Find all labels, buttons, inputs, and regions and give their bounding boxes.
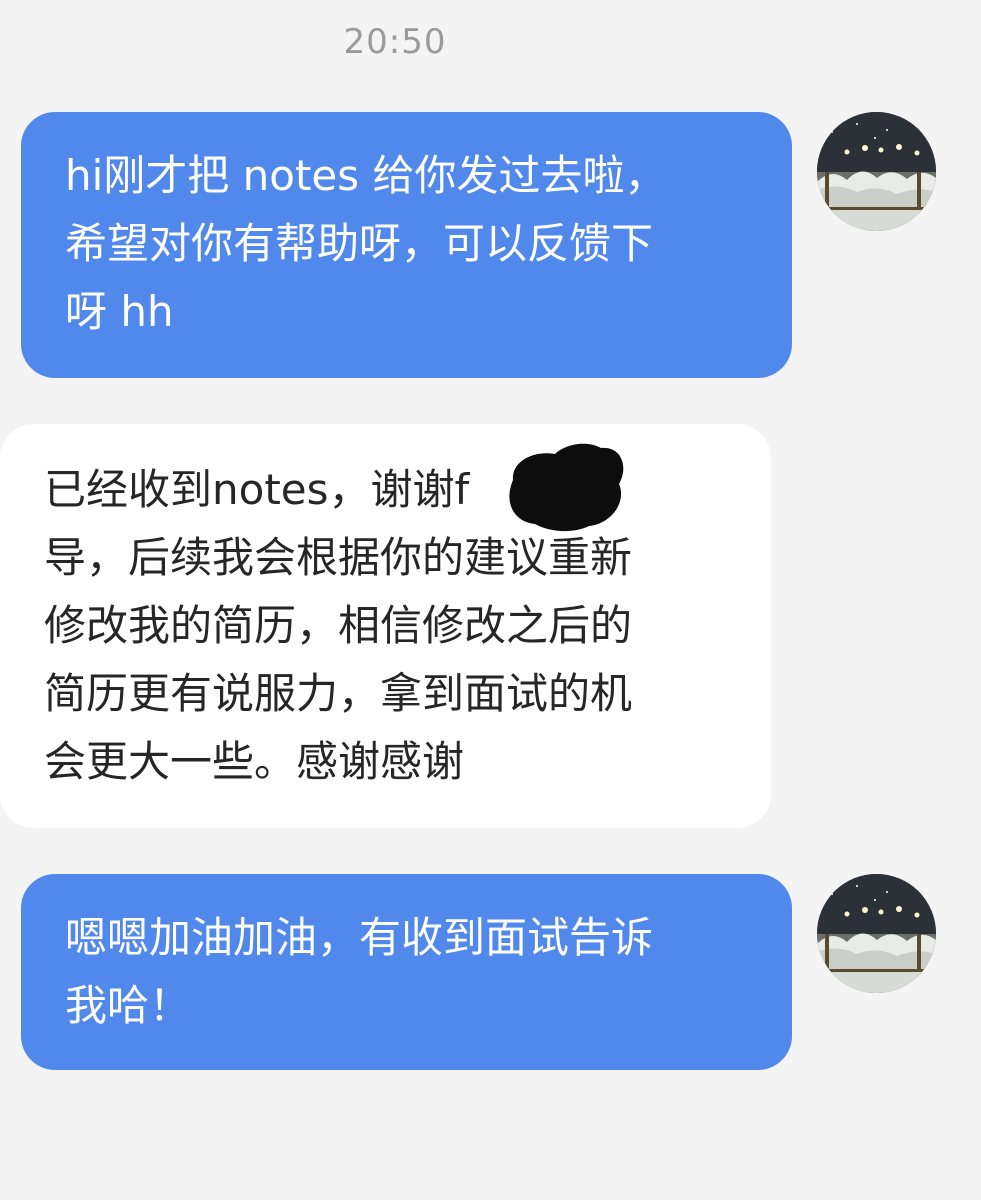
- message-line: 我哈！: [65, 981, 192, 1030]
- message-bubble-incoming[interactable]: 已经收到notes，谢谢f的指 导，后续我会根据你的建议重新 修改我的简历，相信…: [0, 424, 771, 828]
- sender-avatar[interactable]: [817, 112, 936, 231]
- avatar-photo-icon: [817, 112, 936, 231]
- message-line: 嗯嗯加油加油，有收到面试告诉: [65, 913, 654, 962]
- message-timestamp: 20:50: [343, 22, 447, 62]
- avatar-photo-icon: [817, 874, 936, 993]
- message-line: 呀 hh: [65, 287, 174, 336]
- message-bubble-outgoing[interactable]: hi刚才把 notes 给你发过去啦， 希望对你有帮助呀，可以反馈下 呀 hh: [21, 112, 792, 378]
- sender-avatar[interactable]: [817, 874, 936, 993]
- message-line: 简历更有说服力，拿到面试的机: [44, 669, 633, 718]
- message-line: 修改我的简历，相信修改之后的: [44, 601, 633, 650]
- message-line: hi刚才把 notes 给你发过去啦，: [65, 151, 667, 200]
- message-line: 希望对你有帮助呀，可以反馈下: [65, 219, 654, 268]
- message-line: 导，后续我会根据你的建议重新: [44, 533, 633, 582]
- message-bubble-outgoing[interactable]: 嗯嗯加油加油，有收到面试告诉 我哈！: [21, 874, 792, 1070]
- redaction-mark: [509, 443, 624, 532]
- message-line: 会更大一些。感谢感谢: [44, 737, 465, 786]
